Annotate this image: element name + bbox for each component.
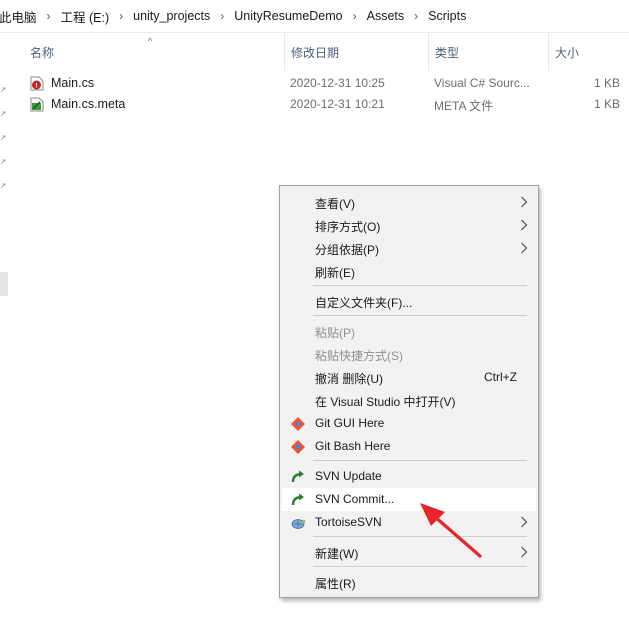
submenu-arrow-icon xyxy=(521,219,528,231)
breadcrumb: 此电脑 › 工程 (E:) › unity_projects › UnityRe… xyxy=(0,0,629,33)
menu-item-paste-shortcut-label: 粘贴快捷方式(S) xyxy=(315,349,403,363)
menu-separator xyxy=(313,566,527,567)
menu-item-svn-update[interactable]: SVN Update xyxy=(282,465,536,488)
file-row[interactable]: ! Main.cs 2020-12-31 10:25 Visual C# Sou… xyxy=(24,73,629,94)
file-size: 1 KB xyxy=(593,76,620,90)
menu-separator xyxy=(313,536,527,537)
menu-item-paste-label: 粘贴(P) xyxy=(315,326,355,340)
menu-item-paste[interactable]: 粘贴(P) xyxy=(282,320,536,343)
git-icon xyxy=(291,417,305,431)
menu-item-group-by-label: 分组依据(P) xyxy=(315,243,379,257)
menu-item-git-bash-label: Git Bash Here xyxy=(315,439,391,453)
menu-separator xyxy=(313,285,527,286)
breadcrumb-this-pc[interactable]: 此电脑 xyxy=(0,7,38,26)
svn-commit-icon xyxy=(291,493,304,506)
column-header-type[interactable]: 类型 xyxy=(428,33,548,71)
menu-item-properties-label: 属性(R) xyxy=(315,577,356,591)
pin-icon: ➚ xyxy=(0,109,7,118)
menu-item-view-label: 查看(V) xyxy=(315,197,355,211)
file-date: 2020-12-31 10:25 xyxy=(290,76,385,90)
menu-item-git-gui-label: Git GUI Here xyxy=(315,416,385,430)
breadcrumb-scripts[interactable]: Scripts xyxy=(427,9,467,23)
pin-icon: ➚ xyxy=(0,157,7,166)
menu-item-svn-commit[interactable]: SVN Commit... xyxy=(282,488,536,511)
menu-item-undo-shortcut: Ctrl+Z xyxy=(484,370,517,384)
sort-ascending-icon: ^ xyxy=(148,36,153,46)
breadcrumb-drive-e[interactable]: 工程 (E:) xyxy=(60,7,111,26)
file-size: 1 KB xyxy=(593,97,620,111)
menu-separator xyxy=(313,315,527,316)
chevron-right-icon[interactable]: › xyxy=(405,9,427,23)
menu-item-properties[interactable]: 属性(R) xyxy=(282,571,536,594)
menu-item-customize-folder-label: 自定义文件夹(F)... xyxy=(315,296,413,310)
menu-item-open-in-visual-studio[interactable]: 在 Visual Studio 中打开(V) xyxy=(282,389,536,412)
column-header-type-label: 类型 xyxy=(435,45,460,60)
menu-item-refresh[interactable]: 刷新(E) xyxy=(282,260,536,283)
svn-update-icon xyxy=(291,470,304,483)
column-header-date[interactable]: 修改日期 xyxy=(284,33,428,71)
chevron-right-icon[interactable]: › xyxy=(211,9,233,23)
menu-item-svn-update-label: SVN Update xyxy=(315,469,382,483)
column-header-date-label: 修改日期 xyxy=(291,45,340,60)
chevron-right-icon[interactable]: › xyxy=(38,9,60,23)
chevron-right-icon[interactable]: › xyxy=(110,9,132,23)
menu-item-paste-shortcut[interactable]: 粘贴快捷方式(S) xyxy=(282,343,536,366)
menu-item-group-by[interactable]: 分组依据(P) xyxy=(282,237,536,260)
file-type: Visual C# Sourc... xyxy=(434,76,530,90)
menu-item-tortoisesvn[interactable]: TortoiseSVN xyxy=(282,511,536,534)
svg-text:!: ! xyxy=(35,83,38,90)
menu-item-customize-folder[interactable]: 自定义文件夹(F)... xyxy=(282,290,536,313)
submenu-arrow-icon xyxy=(521,516,528,528)
menu-item-new[interactable]: 新建(W) xyxy=(282,541,536,564)
tortoisesvn-icon xyxy=(291,519,306,529)
file-date: 2020-12-31 10:21 xyxy=(290,97,385,111)
breadcrumb-unityresumedemo[interactable]: UnityResumeDemo xyxy=(233,9,343,23)
menu-item-undo-delete-label: 撤消 删除(U) xyxy=(315,372,383,386)
menu-item-new-label: 新建(W) xyxy=(315,547,359,561)
file-name[interactable]: Main.cs.meta xyxy=(51,97,125,111)
git-icon xyxy=(291,440,305,454)
column-header-size-label: 大小 xyxy=(555,45,580,60)
pin-icon: ➚ xyxy=(0,85,7,94)
menu-item-refresh-label: 刷新(E) xyxy=(315,266,355,280)
file-name[interactable]: Main.cs xyxy=(51,76,94,90)
file-row[interactable]: Main.cs.meta 2020-12-31 10:21 META 文件 1 … xyxy=(24,94,629,115)
submenu-arrow-icon xyxy=(521,196,528,208)
context-menu: 查看(V) 排序方式(O) 分组依据(P) 刷新(E) 自定义文件夹(F)...… xyxy=(279,185,539,598)
csharp-file-icon: ! xyxy=(30,76,44,91)
navigation-scrollbar[interactable] xyxy=(0,272,8,296)
menu-item-view[interactable]: 查看(V) xyxy=(282,191,536,214)
breadcrumb-assets[interactable]: Assets xyxy=(366,9,406,23)
breadcrumb-unity-projects[interactable]: unity_projects xyxy=(132,9,211,23)
menu-item-tortoisesvn-label: TortoiseSVN xyxy=(315,515,382,529)
meta-file-icon xyxy=(30,97,44,112)
file-type: META 文件 xyxy=(434,99,494,113)
menu-separator xyxy=(313,460,527,461)
column-header-name-label: 名称 xyxy=(30,45,55,60)
chevron-right-icon[interactable]: › xyxy=(344,9,366,23)
column-header-size[interactable]: 大小 xyxy=(548,33,629,71)
submenu-arrow-icon xyxy=(521,546,528,558)
menu-item-git-gui[interactable]: Git GUI Here xyxy=(282,412,536,435)
menu-item-svn-commit-label: SVN Commit... xyxy=(315,492,395,506)
menu-item-sort-by[interactable]: 排序方式(O) xyxy=(282,214,536,237)
column-header-name[interactable]: 名称 xyxy=(24,33,284,71)
submenu-arrow-icon xyxy=(521,242,528,254)
menu-item-sort-by-label: 排序方式(O) xyxy=(315,220,381,234)
menu-item-undo-delete[interactable]: 撤消 删除(U) Ctrl+Z xyxy=(282,366,536,389)
menu-item-open-in-vs-label: 在 Visual Studio 中打开(V) xyxy=(315,395,456,409)
menu-item-git-bash[interactable]: Git Bash Here xyxy=(282,435,536,458)
pin-icon: ➚ xyxy=(0,133,7,142)
pin-icon: ➚ xyxy=(0,181,7,190)
